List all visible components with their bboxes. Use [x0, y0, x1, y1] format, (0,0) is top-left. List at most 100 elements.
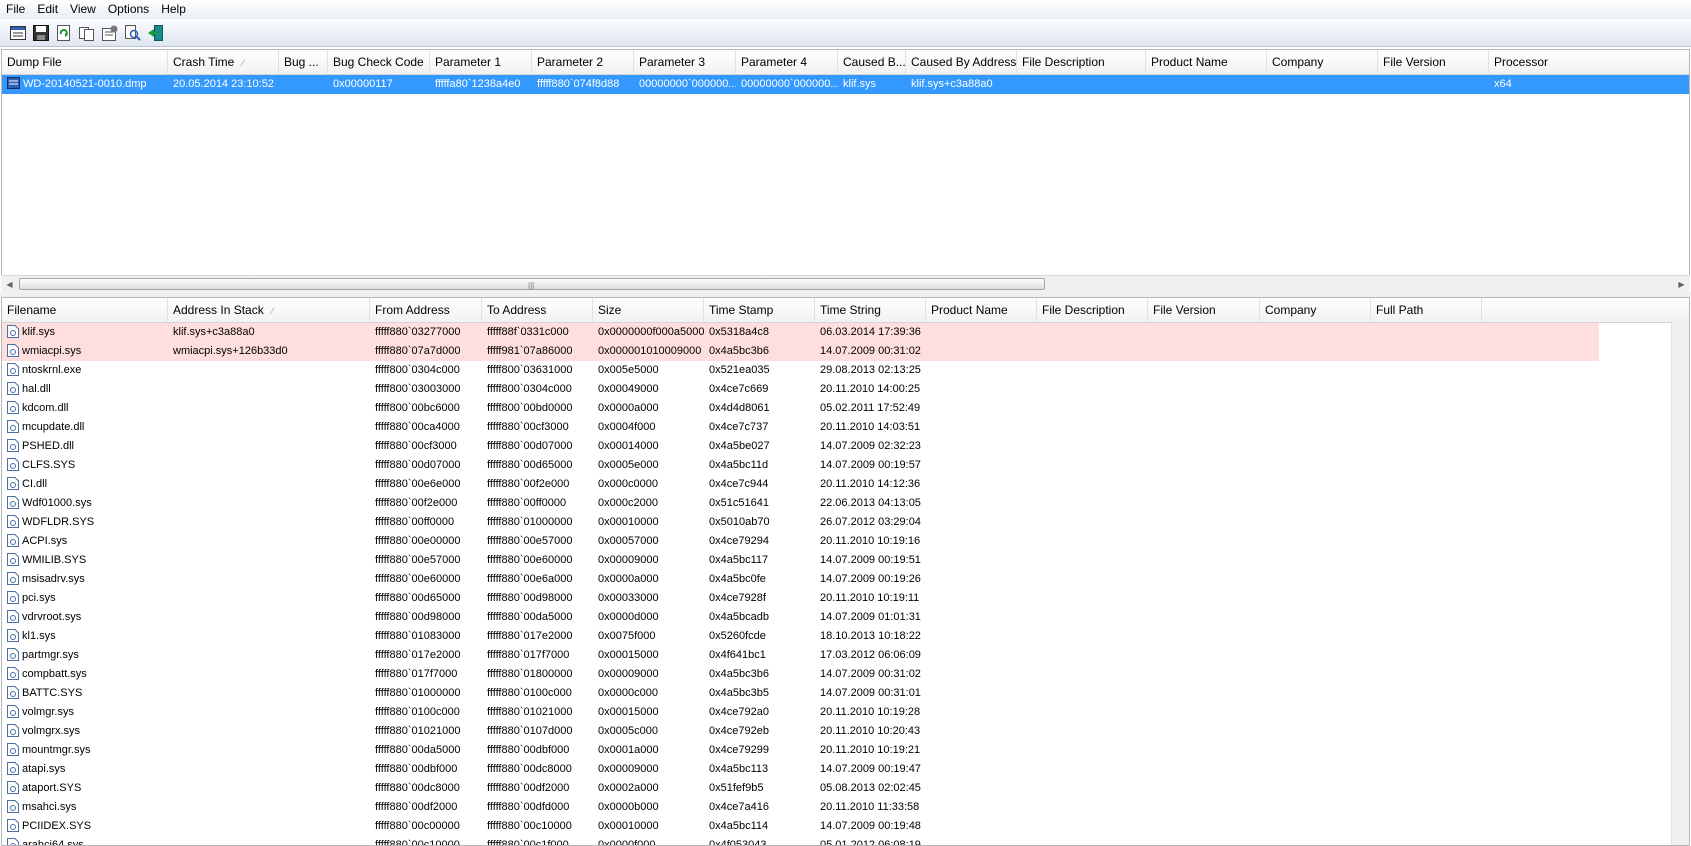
driver-row-cell: 0x0004f000 — [598, 421, 656, 433]
driver-row[interactable]: msisadrv.sys fffff880`00e60000 fffff880`00… — [2, 570, 1689, 589]
dump-column-header[interactable]: Bug Check Code — [328, 50, 430, 74]
dump-column-header[interactable]: File Version — [1378, 50, 1489, 74]
driver-row-cell — [1148, 722, 1260, 741]
driver-row[interactable]: mountmgr.sys fffff880`00da5000 fffff880`00… — [2, 741, 1689, 760]
driver-row-cell — [1148, 570, 1260, 589]
driver-column-header[interactable]: Company — [1260, 298, 1371, 322]
dump-row-cell — [1017, 75, 1146, 94]
driver-row-cell: BATTC.SYS — [2, 684, 168, 703]
driver-row[interactable]: partmgr.sys fffff880`017e2000 fffff880`017… — [2, 646, 1689, 665]
driver-row[interactable]: volmgrx.sys fffff880`01021000 fffff880`010… — [2, 722, 1689, 741]
driver-row-cell: fffff880`07a7d000 — [375, 345, 461, 357]
driver-row[interactable]: arahci64.sys fffff880`00c10000 fffff880`00… — [2, 836, 1689, 845]
driver-row-cell — [1037, 817, 1148, 836]
dump-column-header[interactable]: Caused B... — [838, 50, 906, 74]
driver-row-cell — [1037, 551, 1148, 570]
driver-row-cell: 0x51fef9b5 — [709, 782, 764, 794]
horizontal-scrollbar[interactable]: ◀ ||| ▶ — [1, 275, 1690, 292]
driver-row[interactable]: compbatt.sys fffff880`017f7000 fffff880`01… — [2, 665, 1689, 684]
menu-view[interactable]: View — [64, 0, 102, 19]
options-icon[interactable] — [8, 23, 28, 43]
driver-row[interactable]: WDFLDR.SYS fffff880`00ff0000 fffff880`0100… — [2, 513, 1689, 532]
driver-column-header[interactable]: To Address — [482, 298, 593, 322]
driver-row-cell — [168, 380, 370, 399]
driver-column-header[interactable]: Full Path — [1371, 298, 1482, 322]
driver-row[interactable]: wmiacpi.sys wmiacpi.sys+126b33d0 fffff880`… — [2, 342, 1689, 361]
driver-row-cell — [1371, 323, 1482, 342]
driver-row[interactable]: hal.dll fffff800`03003000 fffff800`0304c00… — [2, 380, 1689, 399]
driver-column-header[interactable]: Size — [593, 298, 704, 322]
dump-column-header[interactable]: Product Name — [1146, 50, 1267, 74]
dump-column-header[interactable]: Parameter 2 — [532, 50, 634, 74]
vertical-scrollbar[interactable] — [1671, 322, 1689, 845]
driver-row[interactable]: msahci.sys fffff880`00df2000 fffff880`00df… — [2, 798, 1689, 817]
dump-column-header[interactable]: Dump File — [2, 50, 168, 74]
driver-row-cell — [168, 627, 370, 646]
driver-row-cell: volmgrx.sys — [2, 722, 168, 741]
driver-row-cell — [168, 684, 370, 703]
driver-row[interactable]: ataport.SYS fffff880`00dc8000 fffff880`00d… — [2, 779, 1689, 798]
driver-row[interactable]: pci.sys fffff880`00d65000 fffff880`00d9800… — [2, 589, 1689, 608]
dump-column-header[interactable]: File Description — [1017, 50, 1146, 74]
driver-row[interactable]: vdrvroot.sys fffff880`00d98000 fffff880`00… — [2, 608, 1689, 627]
driver-row-cell — [926, 760, 1037, 779]
file-icon — [7, 400, 19, 414]
menu-edit[interactable]: Edit — [31, 0, 64, 19]
save-icon[interactable] — [31, 23, 51, 43]
menu-options[interactable]: Options — [102, 0, 155, 19]
exit-icon[interactable] — [146, 23, 166, 43]
driver-list[interactable]: Filename Address In Stack ⁄ From Address To … — [1, 297, 1690, 846]
file-icon — [7, 666, 19, 680]
dump-file-list[interactable]: Dump File Crash Time ⁄ Bug ... Bug Check Cod… — [1, 49, 1690, 292]
driver-row[interactable]: WMILIB.SYS fffff880`00e57000 fffff880`00e6… — [2, 551, 1689, 570]
driver-row-cell: fffff880`00df2000 — [487, 782, 570, 794]
dump-column-header[interactable]: Parameter 1 — [430, 50, 532, 74]
dump-column-header[interactable]: Parameter 4 — [736, 50, 838, 74]
driver-row-cell: fffff880`03277000 — [375, 326, 461, 338]
properties-icon[interactable] — [100, 23, 120, 43]
driver-row-cell — [168, 760, 370, 779]
driver-row[interactable]: CLFS.SYS fffff880`00d07000 fffff880`00d650… — [2, 456, 1689, 475]
driver-column-header[interactable]: File Description — [1037, 298, 1148, 322]
scroll-left-icon[interactable]: ◀ — [1, 276, 18, 292]
driver-column-header[interactable]: File Version — [1148, 298, 1260, 322]
driver-row[interactable]: CI.dll fffff880`00e6e000 fffff880`00f2e000… — [2, 475, 1689, 494]
menu-help[interactable]: Help — [155, 0, 192, 19]
driver-row[interactable]: atapi.sys fffff880`00dbf000 fffff880`00dc8… — [2, 760, 1689, 779]
driver-row[interactable]: klif.sys klif.sys+c3a88a0 fffff880`0327700… — [2, 323, 1689, 342]
scroll-right-icon[interactable]: ▶ — [1673, 276, 1690, 292]
dump-column-header[interactable]: Processor — [1489, 50, 1689, 74]
driver-row[interactable]: kl1.sys fffff880`01083000 fffff880`017e200… — [2, 627, 1689, 646]
driver-row[interactable]: mcupdate.dll fffff880`00ca4000 fffff880`00… — [2, 418, 1689, 437]
driver-row-cell — [1260, 456, 1371, 475]
driver-column-header[interactable]: Address In Stack ⁄ — [168, 298, 370, 322]
driver-column-header[interactable]: Product Name — [926, 298, 1037, 322]
refresh-icon[interactable] — [54, 23, 74, 43]
driver-column-header[interactable]: Time Stamp — [704, 298, 815, 322]
driver-column-header[interactable]: Filename — [2, 298, 168, 322]
driver-row-cell — [1148, 342, 1260, 361]
driver-row-cell: fffff880`00e00000 — [375, 535, 461, 547]
find-icon[interactable] — [123, 23, 143, 43]
driver-row[interactable]: BATTC.SYS fffff880`01000000 fffff880`0100c… — [2, 684, 1689, 703]
dump-column-header[interactable]: Company — [1267, 50, 1378, 74]
driver-row[interactable]: kdcom.dll fffff800`00bc6000 fffff800`00bd0… — [2, 399, 1689, 418]
driver-column-header[interactable]: Time String — [815, 298, 926, 322]
dump-column-header[interactable]: Caused By Address — [906, 50, 1017, 74]
driver-column-header[interactable]: From Address — [370, 298, 482, 322]
dump-column-header[interactable]: Bug ... — [279, 50, 328, 74]
driver-row[interactable]: ntoskrnl.exe fffff800`0304c000 fffff800`03… — [2, 361, 1689, 380]
dump-column-header[interactable]: Crash Time ⁄ — [168, 50, 279, 74]
scrollbar-thumb[interactable]: ||| — [19, 278, 1045, 290]
menu-file[interactable]: File — [0, 0, 31, 19]
driver-row[interactable]: Wdf01000.sys fffff880`00f2e000 fffff880`00… — [2, 494, 1689, 513]
driver-row-cell: fffff880`00d07000 — [375, 459, 461, 471]
dump-column-header[interactable]: Parameter 3 — [634, 50, 736, 74]
driver-row[interactable]: ACPI.sys fffff880`00e00000 fffff880`00e570… — [2, 532, 1689, 551]
dump-row[interactable]: WD-20140521-0010.dmp 20.05.2014 23:10:52 0… — [2, 75, 1689, 94]
driver-row-cell — [168, 779, 370, 798]
driver-row[interactable]: PSHED.dll fffff880`00cf3000 fffff880`00d07… — [2, 437, 1689, 456]
copy-icon[interactable] — [77, 23, 97, 43]
driver-row[interactable]: volmgr.sys fffff880`0100c000 fffff880`0102… — [2, 703, 1689, 722]
driver-row[interactable]: PCIIDEX.SYS fffff880`00c00000 fffff880`00c… — [2, 817, 1689, 836]
